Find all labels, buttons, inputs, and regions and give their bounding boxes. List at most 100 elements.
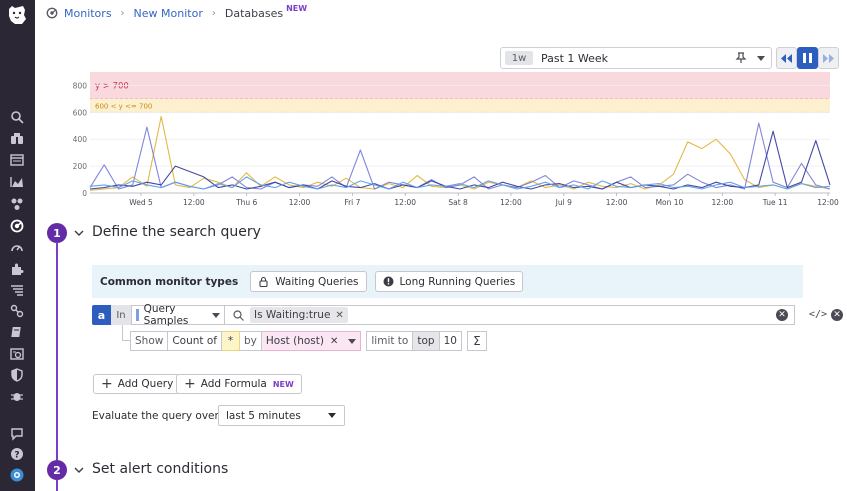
x-tick-label: Tue 11 <box>762 198 788 207</box>
series-line-1[interactable] <box>89 122 831 190</box>
chevron-down-icon <box>348 338 357 344</box>
security-shield-icon[interactable] <box>8 367 26 383</box>
series-line-0[interactable] <box>89 115 831 191</box>
chevron-right-icon: › <box>211 7 216 19</box>
source-color-bar <box>136 309 139 321</box>
search-icon[interactable] <box>8 109 26 125</box>
metrics-chart-icon[interactable] <box>8 174 26 190</box>
threshold-label: 600 < y <= 700 <box>95 103 152 111</box>
add-formula-button[interactable]: + Add Formula NEW <box>176 374 302 394</box>
sigma-function-icon[interactable]: Σ <box>466 331 487 351</box>
group-by-select[interactable]: Host (host) ✕ <box>261 331 362 351</box>
breadcrumb-monitors-link[interactable]: Monitors <box>64 7 112 20</box>
limit-input[interactable]: 10 <box>439 331 462 351</box>
add-query-button[interactable]: + Add Query <box>93 374 182 394</box>
clear-filter-icon[interactable]: ✕ <box>776 309 788 321</box>
remove-query-icon[interactable]: ✕ <box>831 309 843 321</box>
pin-icon[interactable] <box>735 52 747 64</box>
y-tick-label: 200 <box>73 162 88 171</box>
query-bracket <box>122 325 130 341</box>
x-tick-label: 12:00 <box>711 198 733 207</box>
synthetics-icon[interactable] <box>8 346 26 362</box>
help-icon[interactable]: ? <box>8 446 26 462</box>
breadcrumb-current: Databases <box>224 6 284 20</box>
x-tick-label: 12:00 <box>500 198 522 207</box>
x-tick-label: Jul 9 <box>555 198 572 207</box>
time-range-selector[interactable]: 1w Past 1 Week <box>500 47 772 69</box>
waiting-queries-label: Waiting Queries <box>275 275 359 288</box>
query-in-label: In <box>111 305 131 325</box>
code-view-icon[interactable]: </> <box>809 309 827 320</box>
query-letter[interactable]: a <box>92 305 111 325</box>
dashboard-icon[interactable] <box>8 152 26 168</box>
plus-icon: + <box>184 376 196 392</box>
limit-to-label: limit to <box>366 331 414 351</box>
long-running-queries-label: Long Running Queries <box>399 275 516 288</box>
waiting-queries-button[interactable]: Waiting Queries <box>250 271 367 292</box>
chat-icon[interactable] <box>8 426 26 442</box>
step-1-title[interactable]: Define the search query <box>92 224 261 240</box>
time-range-label: Past 1 Week <box>541 51 609 65</box>
step-2-title[interactable]: Set alert conditions <box>92 461 228 477</box>
pause-button[interactable] <box>797 47 818 69</box>
apm-icon[interactable] <box>8 240 26 256</box>
remove-tag-icon[interactable]: ✕ <box>335 310 343 321</box>
fast-forward-button[interactable] <box>818 47 839 69</box>
breadcrumb: Monitors › New Monitor › Databases NEW <box>46 3 308 21</box>
chevron-down-icon[interactable] <box>74 228 84 238</box>
step-connector <box>56 480 58 491</box>
y-tick-label: 400 <box>73 135 88 144</box>
evaluation-window-select[interactable]: last 5 minutes <box>218 405 345 426</box>
common-monitor-types-label: Common monitor types <box>100 275 239 288</box>
binoculars-icon[interactable] <box>8 130 26 146</box>
rewind-button[interactable] <box>776 47 797 69</box>
datadog-logo-icon[interactable] <box>5 3 29 27</box>
query-preview-chart[interactable]: y > 700 600 < y <= 700 0 200 400 600 800 Wed 5 1… <box>60 70 840 210</box>
aggregation-select[interactable]: Count of <box>168 331 222 351</box>
group-by-tag: Host (host) <box>265 335 324 347</box>
x-tick-label: Wed 5 <box>129 198 153 207</box>
measure-select[interactable]: * <box>221 331 240 351</box>
puzzle-icon[interactable] <box>8 261 26 277</box>
x-tick-label: Fri 7 <box>344 198 360 207</box>
y-tick-label: 600 <box>73 108 88 117</box>
breadcrumb-new-monitor-link[interactable]: New Monitor <box>134 7 203 20</box>
long-running-queries-button[interactable]: Long Running Queries <box>374 271 524 292</box>
x-tick-label: 12:00 <box>394 198 416 207</box>
search-filter-input[interactable]: Is Waiting:true ✕ ✕ <box>225 305 795 325</box>
filter-tag[interactable]: Is Waiting:true ✕ <box>250 307 348 323</box>
bug-icon[interactable] <box>8 388 26 404</box>
monitors-icon <box>46 7 58 19</box>
user-avatar-icon[interactable] <box>8 467 26 483</box>
integrations-icon[interactable] <box>8 196 26 212</box>
x-tick-label: 12:00 <box>183 198 205 207</box>
top-select[interactable]: top <box>413 331 440 351</box>
clock-alert-icon <box>383 276 394 287</box>
new-badge: NEW <box>286 3 308 13</box>
chevron-down-icon <box>212 312 220 318</box>
data-source-value: Query Samples <box>143 303 189 327</box>
search-icon <box>233 309 244 321</box>
lock-icon <box>259 276 268 287</box>
x-tick-label: 12:00 <box>289 198 311 207</box>
x-tick-label: Thu 6 <box>235 198 257 207</box>
evaluation-window-value: last 5 minutes <box>226 409 301 422</box>
x-tick-label: Sat 8 <box>448 198 468 207</box>
threshold-band <box>90 98 830 113</box>
step-connector <box>56 242 58 462</box>
y-tick-label: 800 <box>73 81 88 90</box>
plus-icon: + <box>101 376 113 392</box>
sidebar: ? <box>0 0 35 491</box>
chevron-down-icon[interactable] <box>74 465 84 475</box>
monitors-icon[interactable] <box>8 218 26 234</box>
logs-icon[interactable] <box>8 282 26 298</box>
data-source-select[interactable]: Query Samples <box>131 303 225 327</box>
chevron-down-icon[interactable] <box>757 56 765 61</box>
chevron-down-icon <box>328 413 336 418</box>
new-badge: NEW <box>272 379 294 389</box>
remove-tag-icon[interactable]: ✕ <box>330 336 338 347</box>
notebook-icon[interactable] <box>8 324 26 340</box>
query-row-a: a In Query Samples Is Waiting:true ✕ ✕ <box>92 303 795 327</box>
svg-text:?: ? <box>14 451 19 461</box>
network-icon[interactable] <box>8 303 26 319</box>
